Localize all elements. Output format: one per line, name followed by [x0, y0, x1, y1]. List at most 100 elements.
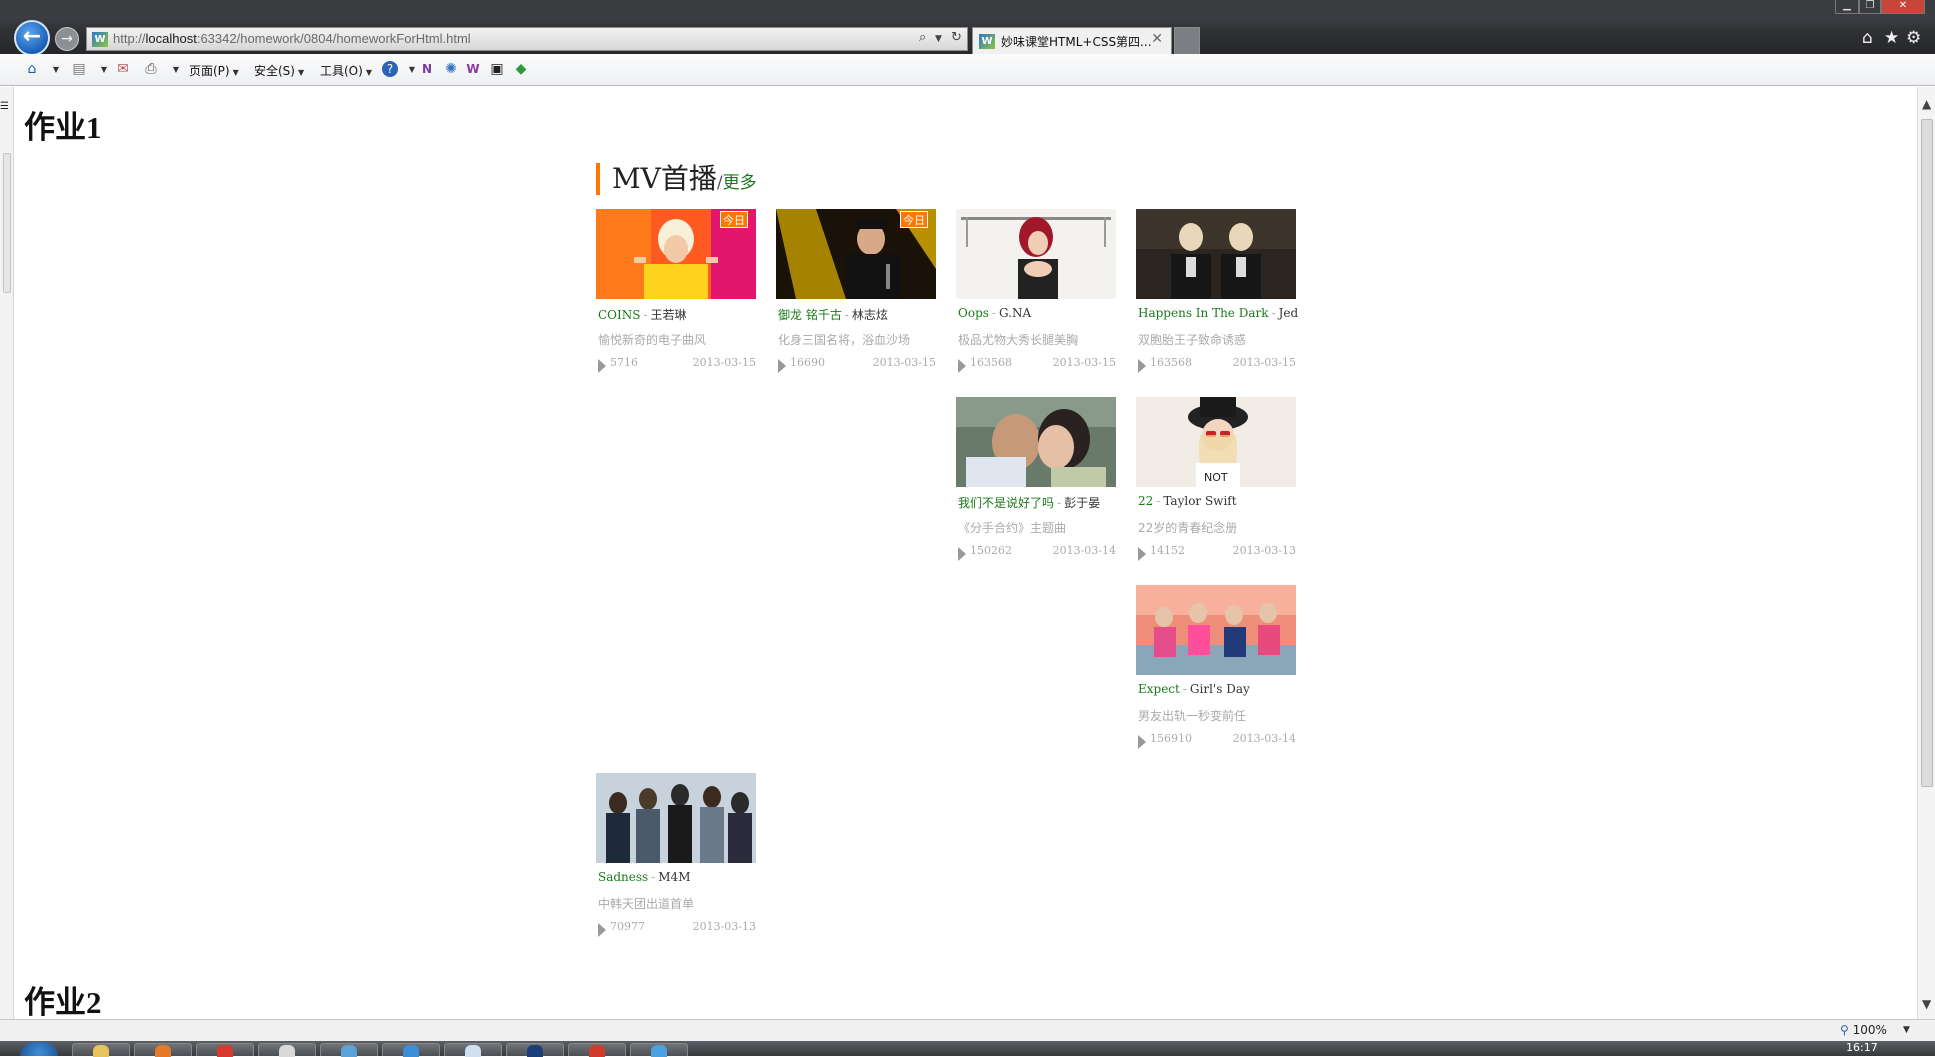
scroll-thumb[interactable]: [1921, 119, 1933, 787]
mv-thumbnail[interactable]: NOT: [1136, 397, 1296, 487]
back-button[interactable]: ←: [14, 20, 50, 56]
play-icon[interactable]: [1138, 735, 1146, 749]
mv-song-link[interactable]: Oops: [958, 306, 989, 320]
mv-song-link[interactable]: Sadness: [598, 870, 648, 884]
mv-thumbnail[interactable]: 今日: [596, 209, 756, 299]
mv-song-link[interactable]: 我们不是说好了吗: [958, 496, 1054, 510]
mv-card[interactable]: Expect - Girl's Day 男友出轨一秒变前任 156910 2013-03-…: [1136, 585, 1298, 765]
menu-safety[interactable]: 安全(S) ▼: [254, 62, 304, 79]
taskbar-ie[interactable]: [630, 1043, 688, 1057]
play-icon[interactable]: [598, 359, 606, 373]
mv-song-link[interactable]: Happens In The Dark: [1138, 306, 1269, 320]
zoom-dropdown-icon[interactable]: ▼: [1903, 1025, 1910, 1035]
tab-active[interactable]: W 妙味课堂HTML+CSS第四... ✕: [972, 27, 1172, 54]
play-icon[interactable]: [598, 923, 606, 937]
publish-date: 2013-03-15: [692, 356, 756, 369]
tab-close-icon[interactable]: ✕: [1151, 31, 1163, 47]
play-icon[interactable]: [958, 547, 966, 561]
taskbar-notepad[interactable]: [444, 1043, 502, 1057]
zoom-level[interactable]: ⚲ 100%: [1840, 1023, 1887, 1037]
mv-song-link[interactable]: 御龙 铭千古: [778, 308, 842, 322]
gutter-menu-icon[interactable]: ☰: [0, 101, 9, 115]
menu-page[interactable]: 页面(P) ▼: [189, 62, 239, 79]
mv-artist-link[interactable]: Jed: [1279, 306, 1299, 320]
mail-icon[interactable]: ✉: [114, 60, 132, 78]
mv-thumbnail[interactable]: [596, 773, 756, 863]
forward-button[interactable]: →: [55, 27, 79, 51]
url-text[interactable]: http://localhost:63342/homework/0804/hom…: [113, 31, 471, 46]
mv-card[interactable]: 今日 御龙 铭千古 - 林志炫 化身三国名将，浴血沙场 16690 2013-03-15: [776, 209, 938, 389]
taskbar-chrome[interactable]: [196, 1043, 254, 1057]
left-gutter: ☰: [0, 87, 14, 1019]
mv-artist-link[interactable]: G.NA: [999, 306, 1031, 320]
taskbar-editor[interactable]: [258, 1043, 316, 1057]
photoshop-icon: [527, 1045, 543, 1057]
new-tab-button[interactable]: [1174, 27, 1200, 54]
taskbar-photoshop[interactable]: [506, 1043, 564, 1057]
publish-date: 2013-03-13: [692, 920, 756, 933]
home-icon[interactable]: ⌂: [1862, 28, 1873, 48]
address-bar[interactable]: W http://localhost:63342/homework/0804/h…: [86, 27, 968, 51]
mv-thumbnail[interactable]: [1136, 209, 1296, 299]
minimize-button[interactable]: ▁: [1835, 0, 1859, 14]
gutter-scroll-thumb[interactable]: [3, 153, 11, 293]
taskbar-app-red[interactable]: [568, 1043, 626, 1057]
mv-dash: -: [844, 308, 849, 322]
mv-artist-link[interactable]: 彭于晏: [1064, 496, 1100, 510]
onenote-icon[interactable]: N: [418, 60, 436, 78]
play-icon[interactable]: [1138, 359, 1146, 373]
addon-translate-icon[interactable]: W: [464, 60, 482, 78]
taskbar-app-k[interactable]: [382, 1043, 440, 1057]
play-icon[interactable]: [958, 359, 966, 373]
close-window-button[interactable]: ✕: [1881, 0, 1925, 14]
play-icon[interactable]: [778, 359, 786, 373]
home-icon[interactable]: ⌂: [23, 60, 41, 78]
mv-thumbnail[interactable]: [956, 397, 1116, 487]
taskbar-explorer[interactable]: [72, 1043, 130, 1057]
taskbar-webstorm[interactable]: [320, 1043, 378, 1057]
mv-thumbnail[interactable]: 今日: [776, 209, 936, 299]
scroll-down-icon[interactable]: ▼: [1922, 997, 1931, 1011]
dropdown-arrow-icon[interactable]: ▼: [167, 61, 185, 79]
mv-card[interactable]: NOT 22- Taylor Swift 22岁的青春纪念册 14152 2013-03-…: [1136, 397, 1298, 577]
mv-artist-link[interactable]: 王若琳: [651, 308, 687, 322]
mv-artist-link[interactable]: Girl's Day: [1190, 682, 1250, 696]
help-icon[interactable]: ?: [382, 61, 398, 77]
vertical-scrollbar[interactable]: ▲ ▼: [1917, 87, 1935, 1019]
mv-card[interactable]: Sadness - M4M 中韩天团出道首单 70977 2013-03-13: [596, 773, 758, 953]
mv-song-link[interactable]: COINS: [598, 308, 640, 322]
mv-artist-link[interactable]: Taylor Swift: [1163, 494, 1236, 508]
dropdown-arrow-icon[interactable]: ▼: [95, 61, 113, 79]
favorites-star-icon[interactable]: ★: [1884, 28, 1899, 48]
refresh-icon[interactable]: ↻: [951, 30, 962, 45]
dropdown-arrow-icon[interactable]: ▼: [935, 34, 942, 44]
play-icon[interactable]: [1138, 547, 1146, 561]
publish-date: 2013-03-14: [1232, 732, 1296, 745]
mv-song-link[interactable]: 22: [1138, 494, 1153, 508]
feed-icon[interactable]: ▤: [70, 60, 88, 78]
mv-card[interactable]: 今日 COINS - 王若琳 愉悦新奇的电子曲风 5716 2013-03-15: [596, 209, 758, 389]
mv-artist-link[interactable]: 林志炫: [852, 308, 888, 322]
mv-description: 愉悦新奇的电子曲风: [598, 333, 707, 347]
dropdown-arrow-icon: ▼: [297, 68, 305, 77]
settings-gear-icon[interactable]: ⚙: [1906, 28, 1921, 48]
mv-more-link[interactable]: 更多: [723, 173, 757, 193]
taskbar-firefox[interactable]: [134, 1043, 192, 1057]
mv-card[interactable]: 我们不是说好了吗 - 彭于晏 《分手合约》主题曲 150262 2013-03-14: [956, 397, 1118, 577]
start-button[interactable]: [20, 1042, 58, 1056]
search-icon[interactable]: ⌕: [919, 30, 926, 45]
mv-thumbnail[interactable]: [1136, 585, 1296, 675]
restore-button[interactable]: ❐: [1859, 0, 1881, 14]
mv-song-link[interactable]: Expect: [1138, 682, 1180, 696]
mv-card[interactable]: Oops - G.NA 极品尤物大秀长腿美胸 163568 2013-03-15: [956, 209, 1118, 389]
addon-capture-icon[interactable]: ▣: [488, 60, 506, 78]
addon-gear-icon[interactable]: ✺: [442, 60, 460, 78]
mv-thumbnail[interactable]: [956, 209, 1116, 299]
menu-tools[interactable]: 工具(O) ▼: [320, 62, 372, 79]
addon-green-icon[interactable]: ◆: [512, 60, 530, 78]
dropdown-arrow-icon[interactable]: ▼: [47, 61, 65, 79]
mv-card[interactable]: Happens In The Dark - Jed 双胞胎王子致命诱惑 163568 20…: [1136, 209, 1298, 389]
print-icon[interactable]: ⎙: [142, 60, 160, 78]
scroll-up-icon[interactable]: ▲: [1922, 97, 1931, 111]
mv-artist-link[interactable]: M4M: [658, 870, 690, 884]
